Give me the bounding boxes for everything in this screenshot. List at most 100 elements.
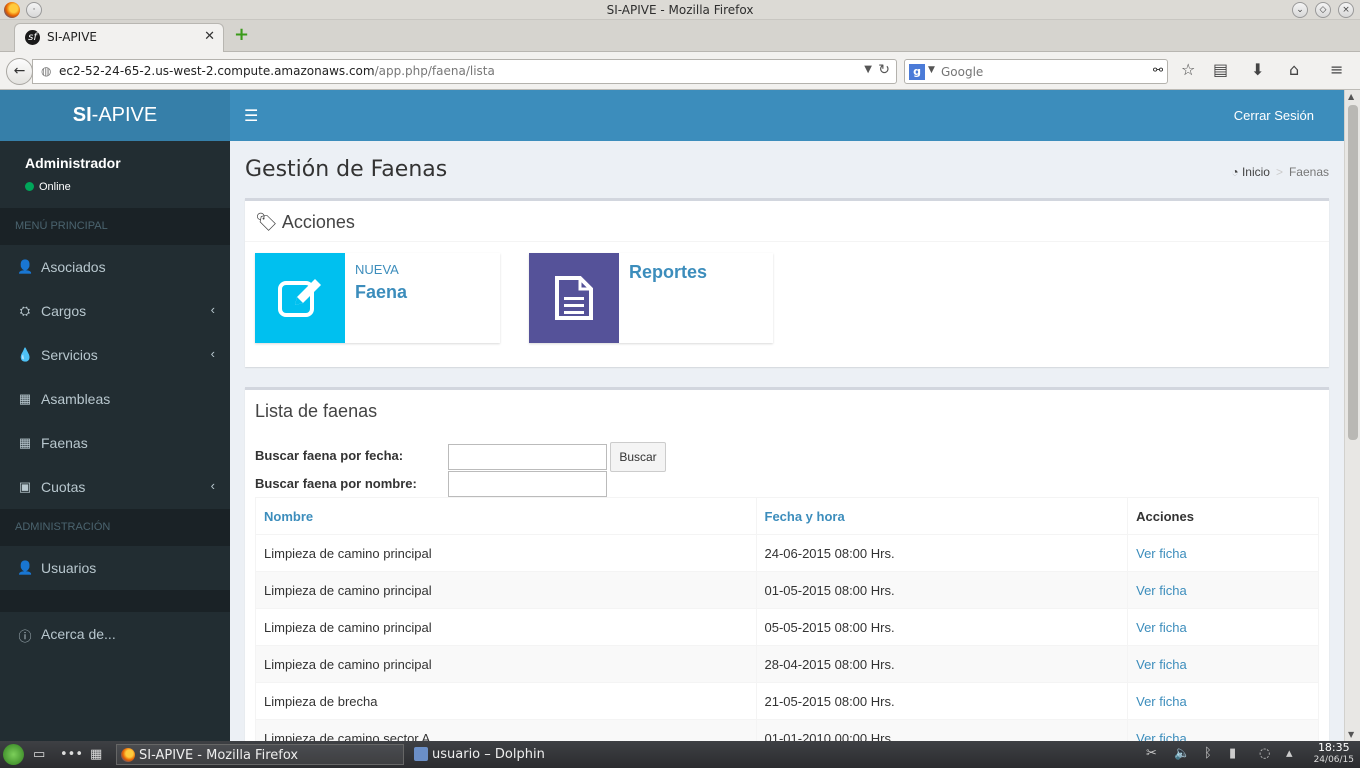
row-accion: Ver ficha bbox=[1127, 645, 1319, 683]
breadcrumb: ◔ Inicio > Faenas bbox=[1231, 165, 1329, 179]
search-input[interactable] bbox=[941, 63, 1141, 81]
wifi-icon[interactable]: ◌ bbox=[1259, 746, 1270, 761]
task-dolphin[interactable]: usuario – Dolphin bbox=[410, 744, 610, 765]
scroll-up-icon[interactable]: ▲ bbox=[1348, 92, 1354, 101]
maximize-icon[interactable]: ◇ bbox=[1315, 2, 1331, 18]
ver-ficha-link[interactable]: Ver ficha bbox=[1136, 731, 1187, 742]
taskbar: ▭ ••• ▦ SI-APIVE - Mozilla Firefox usuar… bbox=[0, 741, 1360, 768]
sidebar-item-usuarios[interactable]: 👤 Usuarios bbox=[0, 546, 230, 590]
calendar-icon: ▦ bbox=[18, 435, 32, 450]
dolphin-task-icon bbox=[414, 747, 428, 761]
row-fecha: 24-06-2015 08:00 Hrs. bbox=[755, 534, 1129, 572]
battery-icon[interactable]: ▮ bbox=[1229, 746, 1236, 761]
reload-icon[interactable]: ↻ bbox=[878, 62, 890, 78]
ver-ficha-link[interactable]: Ver ficha bbox=[1136, 620, 1187, 635]
url-bar[interactable]: ◍ ec2-52-24-65-2.us-west-2.compute.amazo… bbox=[32, 59, 897, 84]
user-status: Online bbox=[25, 181, 71, 193]
search-name-label: Buscar faena por nombre: bbox=[255, 476, 417, 491]
reports-label[interactable]: Reportes bbox=[629, 262, 707, 283]
app-topbar: ☰ Cerrar Sesión bbox=[230, 90, 1344, 141]
search-bar[interactable]: g ▼ ⚯ bbox=[904, 59, 1168, 84]
row-nombre: Limpieza de camino principal bbox=[255, 608, 757, 646]
sidebar-header-admin: ADMINISTRACIÓN bbox=[0, 509, 230, 546]
scroll-down-icon[interactable]: ▼ bbox=[1348, 730, 1354, 739]
app-logo[interactable]: SI-APIVE bbox=[0, 90, 230, 141]
row-accion: Ver ficha bbox=[1127, 719, 1319, 742]
row-accion: Ver ficha bbox=[1127, 682, 1319, 720]
bluetooth-icon[interactable]: ᛒ bbox=[1204, 746, 1212, 761]
bookmarks-list-icon[interactable]: ▤ bbox=[1213, 61, 1228, 79]
sidebar-divider bbox=[0, 590, 230, 612]
row-fecha: 05-05-2015 08:00 Hrs. bbox=[755, 608, 1129, 646]
google-engine-icon[interactable]: g bbox=[909, 64, 925, 80]
row-fecha: 21-05-2015 08:00 Hrs. bbox=[755, 682, 1129, 720]
column-header-nombre[interactable]: Nombre bbox=[255, 497, 757, 535]
desktop-icon[interactable]: ▭ bbox=[33, 747, 45, 762]
binoculars-icon[interactable]: ⚯ bbox=[1153, 63, 1163, 77]
globe-icon: ◍ bbox=[41, 64, 52, 78]
reports-card[interactable]: Reportes bbox=[529, 253, 773, 343]
new-faena-card[interactable]: NUEVA Faena bbox=[255, 253, 500, 343]
page-scrollbar[interactable]: ▲ ▼ bbox=[1344, 90, 1360, 741]
sidebar-toggle-icon[interactable]: ☰ bbox=[244, 106, 258, 125]
tab-title: SI-APIVE bbox=[47, 30, 97, 44]
back-button[interactable]: ← bbox=[6, 58, 33, 85]
url-text[interactable]: ec2-52-24-65-2.us-west-2.compute.amazona… bbox=[59, 64, 495, 78]
engine-dropdown-icon[interactable]: ▼ bbox=[928, 65, 935, 75]
start-menu-icon[interactable] bbox=[3, 744, 24, 765]
home-icon[interactable]: ⌂ bbox=[1289, 61, 1299, 79]
volume-icon[interactable]: 🔈 bbox=[1174, 746, 1190, 761]
main-content: Gestión de Faenas ◔ Inicio > Faenas 🏷 Acci… bbox=[230, 141, 1344, 741]
user-icon: 👤 bbox=[17, 560, 34, 575]
new-faena-label[interactable]: Faena bbox=[355, 282, 407, 303]
sidebar-item-cargos[interactable]: ⛭ Cargos ‹ bbox=[0, 289, 230, 333]
table-row: Limpieza de camino principal 01-05-2015 0… bbox=[255, 571, 1319, 609]
url-history-dropdown-icon[interactable]: ▼ bbox=[864, 64, 872, 75]
pager-icon[interactable]: ▦ bbox=[90, 747, 102, 762]
table-row: Limpieza de brecha 21-05-2015 08:00 Hrs. V… bbox=[255, 682, 1319, 720]
breadcrumb-home[interactable]: Inicio bbox=[1242, 165, 1270, 179]
sidebar-item-servicios[interactable]: 💧 Servicios ‹ bbox=[0, 333, 230, 377]
search-name-input[interactable] bbox=[448, 471, 607, 497]
download-icon[interactable]: ⬇ bbox=[1251, 61, 1264, 79]
new-tab-icon[interactable]: + bbox=[234, 26, 249, 44]
tray-expand-icon[interactable]: ▴ bbox=[1286, 746, 1293, 761]
minimize-icon[interactable]: ⌄ bbox=[1292, 2, 1308, 18]
ver-ficha-link[interactable]: Ver ficha bbox=[1136, 657, 1187, 672]
table-row: Limpieza de camino principal 28-04-2015 0… bbox=[255, 645, 1319, 683]
row-fecha: 01-01-2010 00:00 Hrs. bbox=[755, 719, 1129, 741]
network-icon[interactable]: ✂ bbox=[1146, 746, 1157, 761]
money-icon: ▣ bbox=[18, 479, 32, 494]
dashboard-icon: ◔ bbox=[1231, 165, 1239, 179]
search-date-input[interactable] bbox=[448, 444, 607, 470]
symfony-favicon-icon: sf bbox=[25, 30, 40, 45]
sidebar: Administrador Online MENÚ PRINCIPAL 👤 As… bbox=[0, 141, 230, 741]
file-text-icon bbox=[529, 253, 619, 343]
sidebar-item-faenas[interactable]: ▦ Faenas bbox=[0, 421, 230, 465]
sidebar-item-cuotas[interactable]: ▣ Cuotas ‹ bbox=[0, 465, 230, 509]
hamburger-menu-icon[interactable]: ≡ bbox=[1330, 61, 1343, 79]
clock[interactable]: 18:35 24/06/15 bbox=[1314, 742, 1354, 766]
ver-ficha-link[interactable]: Ver ficha bbox=[1136, 694, 1187, 709]
ver-ficha-link[interactable]: Ver ficha bbox=[1136, 583, 1187, 598]
ver-ficha-link[interactable]: Ver ficha bbox=[1136, 546, 1187, 561]
firefox-task-icon bbox=[121, 748, 135, 762]
list-box-title: Lista de faenas bbox=[255, 401, 378, 421]
more-icon[interactable]: ••• bbox=[60, 747, 83, 762]
nav-bar: ◍ ec2-52-24-65-2.us-west-2.compute.amazo… bbox=[0, 52, 1360, 90]
sidebar-item-acerca[interactable]: ⓘ Acerca de... bbox=[0, 612, 230, 656]
task-firefox[interactable]: SI-APIVE - Mozilla Firefox bbox=[116, 744, 404, 765]
bookmark-star-icon[interactable]: ☆ bbox=[1181, 61, 1195, 79]
close-tab-icon[interactable]: ✕ bbox=[204, 29, 215, 44]
user-name: Administrador bbox=[25, 155, 121, 171]
tag-icon: 🏷 bbox=[255, 212, 278, 232]
sidebar-item-asociados[interactable]: 👤 Asociados bbox=[0, 245, 230, 289]
logout-link[interactable]: Cerrar Sesión bbox=[1234, 108, 1314, 123]
column-header-fecha[interactable]: Fecha y hora bbox=[755, 497, 1129, 535]
browser-tab[interactable]: sf SI-APIVE ✕ bbox=[14, 23, 224, 52]
column-header-acciones: Acciones bbox=[1127, 497, 1319, 535]
search-button[interactable]: Buscar bbox=[610, 442, 666, 472]
sidebar-item-asambleas[interactable]: ▦ Asambleas bbox=[0, 377, 230, 421]
close-window-icon[interactable]: × bbox=[1338, 2, 1354, 18]
scrollbar-thumb[interactable] bbox=[1348, 105, 1358, 440]
